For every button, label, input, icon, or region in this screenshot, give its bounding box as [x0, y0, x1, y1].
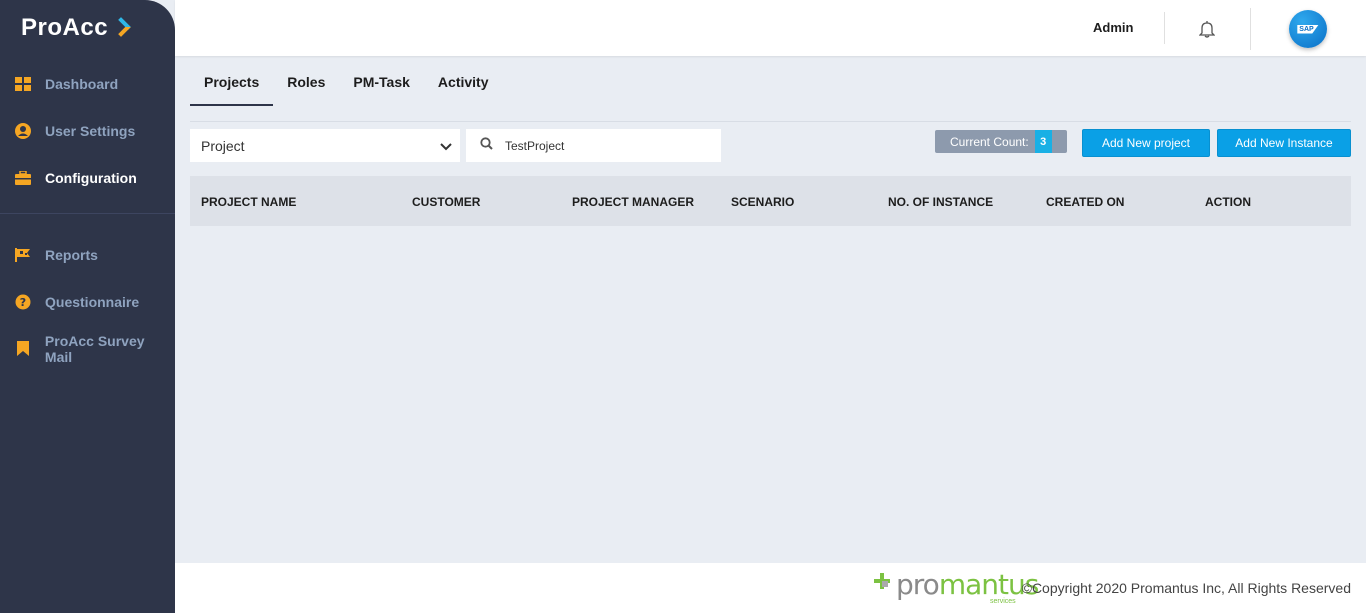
- column-header-action: ACTION: [1205, 195, 1251, 209]
- sidebar-divider: [0, 213, 175, 214]
- column-header-customer[interactable]: CUSTOMER: [412, 195, 480, 209]
- config-tabs: Projects Roles PM-Task Activity: [190, 66, 503, 106]
- search-box: [466, 129, 721, 162]
- search-icon: [480, 136, 493, 155]
- column-header-scenario[interactable]: SCENARIO: [731, 195, 794, 209]
- footer: promantus services ©Copyright 2020 Proma…: [175, 563, 1366, 613]
- add-new-instance-button[interactable]: Add New Instance: [1217, 129, 1351, 157]
- bell-icon[interactable]: [1198, 20, 1217, 38]
- column-header-project-name[interactable]: PROJECT NAME: [201, 195, 296, 209]
- header-divider: [1250, 8, 1251, 50]
- sap-logo: SAP: [1297, 24, 1319, 34]
- svg-text:?: ?: [20, 296, 26, 309]
- column-header-created-on[interactable]: CREATED ON: [1046, 195, 1124, 209]
- bookmark-icon: [14, 340, 32, 358]
- column-header-instance-count[interactable]: NO. OF INSTANCE: [888, 195, 993, 209]
- brand-subtitle: services: [990, 598, 1016, 605]
- dashboard-icon: [14, 75, 32, 93]
- briefcase-icon: [14, 169, 32, 187]
- search-input[interactable]: [505, 138, 705, 153]
- promantus-logo: promantus services: [872, 568, 1039, 605]
- sidebar-item-questionnaire[interactable]: ? Questionnaire: [0, 278, 175, 325]
- filter-select[interactable]: Project: [190, 129, 460, 162]
- add-new-project-button[interactable]: Add New project: [1082, 129, 1210, 157]
- promantus-leaf-icon: [872, 571, 892, 596]
- chevron-down-icon: [440, 138, 452, 154]
- copyright-text: ©Copyright 2020 Promantus Inc, All Right…: [1021, 580, 1351, 596]
- current-count-badge: Current Count: 3: [935, 130, 1067, 153]
- sidebar-item-reports[interactable]: Reports: [0, 231, 175, 278]
- sidebar-item-label: Reports: [45, 246, 98, 263]
- user-circle-icon: [14, 122, 32, 140]
- filter-select-value: Project: [201, 137, 245, 154]
- logo-chevron-icon: [112, 18, 130, 38]
- projects-table-header: PROJECT NAME CUSTOMER PROJECT MANAGER SC…: [190, 176, 1351, 226]
- logo-text: ProAcc: [21, 14, 109, 41]
- sidebar-item-survey-mail[interactable]: ProAcc Survey Mail: [0, 325, 175, 372]
- sidebar-item-label: User Settings: [45, 122, 136, 139]
- sidebar-item-label: Questionnaire: [45, 293, 140, 310]
- app-logo[interactable]: ProAcc: [21, 14, 130, 42]
- sidebar-item-label: Configuration: [45, 169, 137, 186]
- question-circle-icon: ?: [14, 293, 32, 311]
- current-count-label: Current Count:: [950, 134, 1029, 149]
- user-name[interactable]: Admin: [1093, 20, 1133, 35]
- avatar[interactable]: SAP: [1289, 10, 1327, 48]
- tab-projects[interactable]: Projects: [190, 66, 274, 106]
- tabs-divider: [190, 121, 1351, 122]
- sidebar-item-label: Dashboard: [45, 75, 119, 92]
- brand-name: promantus: [896, 568, 1039, 601]
- flag-icon: [14, 246, 32, 264]
- header-divider: [1164, 12, 1165, 44]
- tab-activity[interactable]: Activity: [424, 66, 503, 106]
- sidebar-item-dashboard[interactable]: Dashboard: [0, 60, 175, 107]
- sidebar-item-user-settings[interactable]: User Settings: [0, 107, 175, 154]
- current-count-value: 3: [1034, 130, 1052, 153]
- sidebar-nav: Dashboard User Settings Configuration Re…: [0, 60, 175, 372]
- sidebar-item-configuration[interactable]: Configuration: [0, 154, 175, 201]
- column-header-project-manager[interactable]: PROJECT MANAGER: [572, 195, 694, 209]
- tab-pm-task[interactable]: PM-Task: [339, 66, 424, 106]
- top-header: Admin SAP: [175, 0, 1366, 56]
- sidebar: ProAcc Dashboard User Settings Configura…: [0, 0, 175, 613]
- tab-roles[interactable]: Roles: [273, 66, 339, 106]
- sidebar-item-label: ProAcc Survey Mail: [44, 332, 145, 365]
